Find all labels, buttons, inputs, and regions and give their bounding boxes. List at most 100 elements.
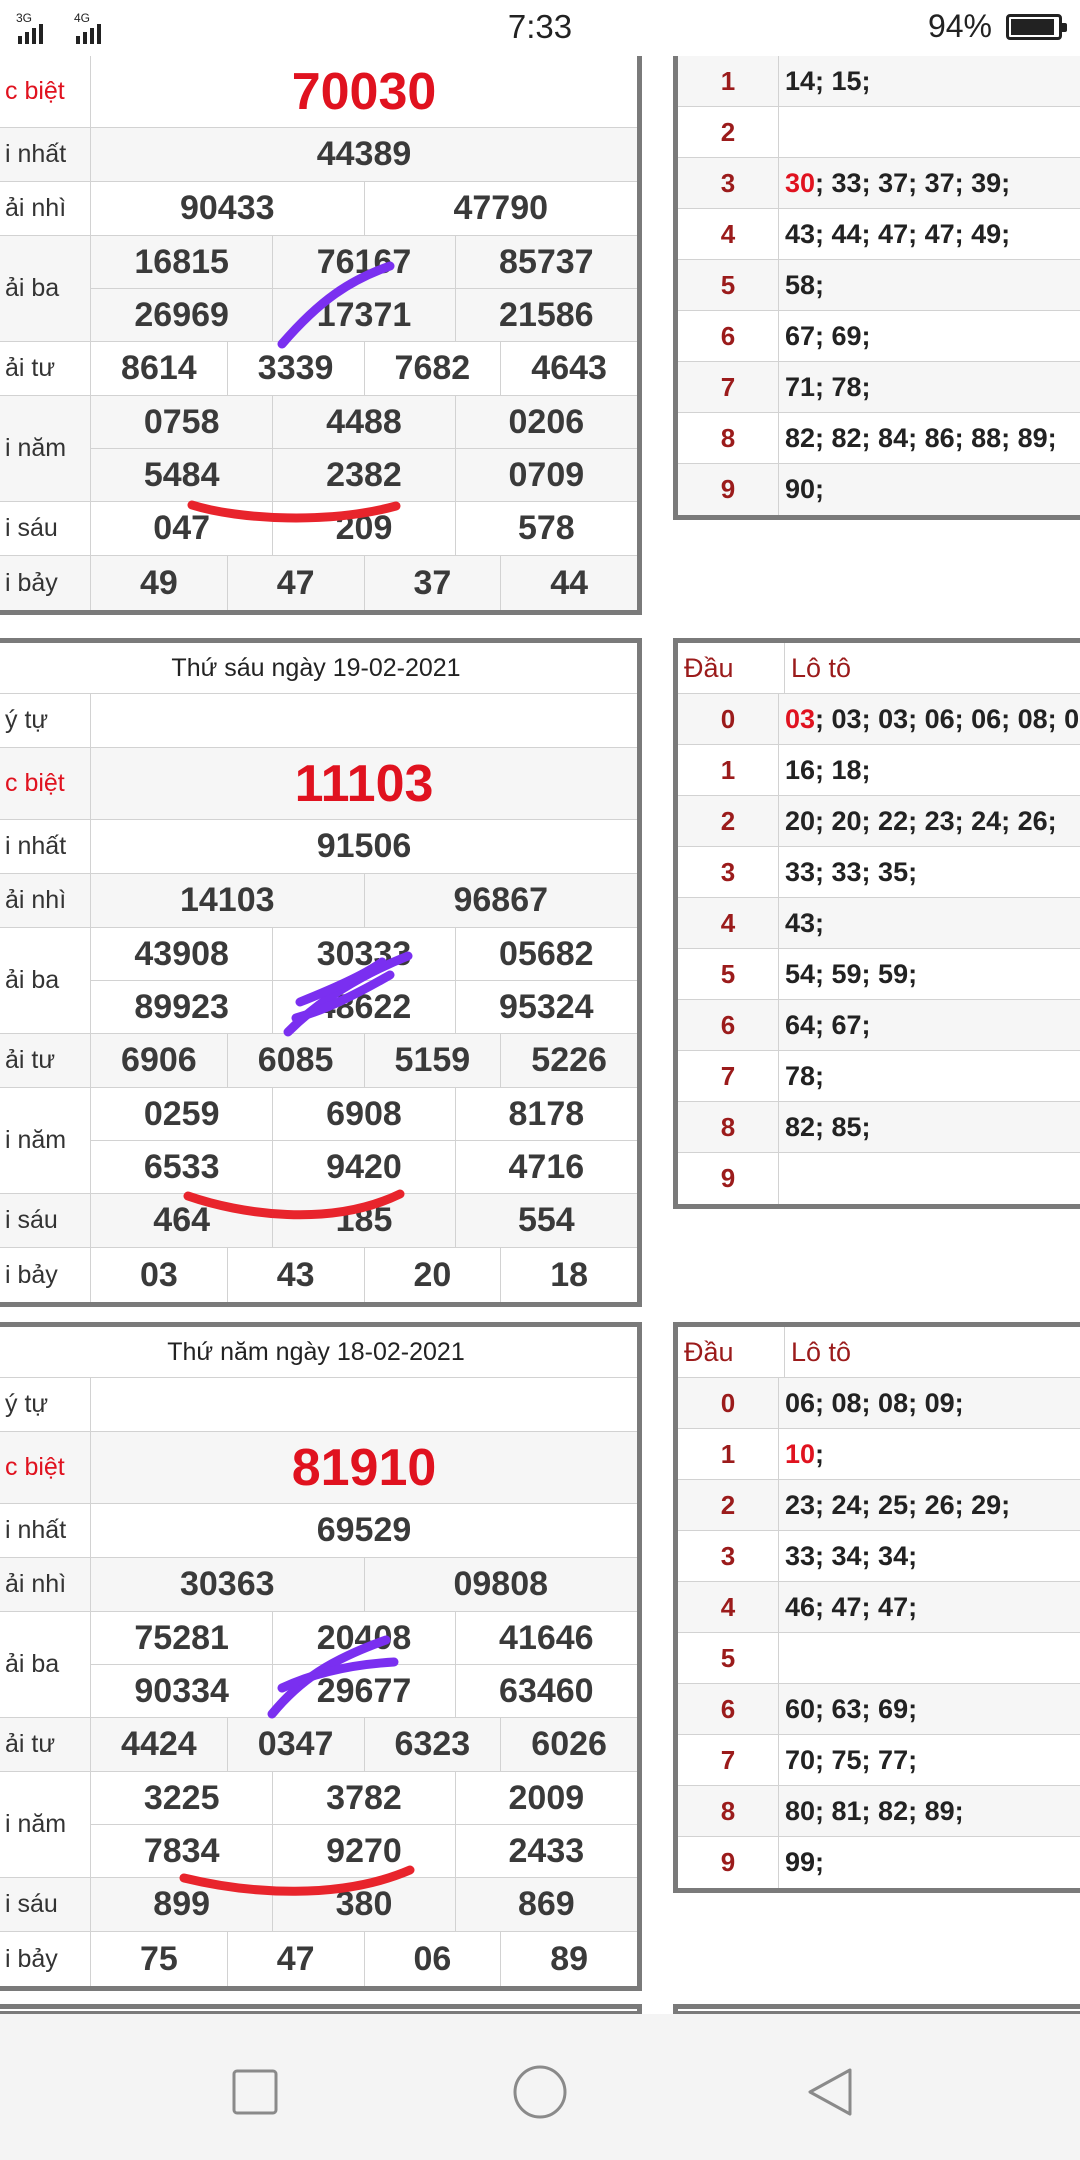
prize-number: 90433	[91, 182, 365, 235]
loto-row: 4 43; 44; 47; 47; 49;	[678, 209, 1080, 260]
dau-digit: 2	[678, 107, 779, 157]
dau-digit: 9	[678, 1153, 779, 1204]
dau-digit: 6	[678, 311, 779, 361]
prize-numbers: 81910	[91, 1432, 637, 1503]
loto-row: 2	[678, 107, 1080, 158]
prize-number: 75	[91, 1932, 228, 1986]
prize-row: c biệt 70030	[0, 56, 637, 128]
prize-label: ải tư	[0, 342, 91, 395]
prize-number: 9270	[273, 1825, 456, 1877]
loto-values: 54; 59; 59;	[779, 949, 1080, 999]
loto-values	[779, 1153, 1080, 1204]
status-bar: 3G 4G 7:33 94%	[0, 0, 1080, 56]
dau-digit: 9	[678, 1837, 779, 1888]
loto-value-list: 71; 78;	[785, 371, 871, 402]
prize-number: 6323	[365, 1718, 502, 1771]
dau-digit: 1	[678, 56, 779, 106]
prize-row: i năm 3225 3782 2009 7834 9270 2433	[0, 1772, 637, 1878]
loto-value-list: 67; 69;	[785, 320, 871, 351]
loto-values: 30; 33; 37; 37; 39;	[779, 158, 1080, 208]
loto-values: 43; 44; 47; 47; 49;	[779, 209, 1080, 259]
prize-number: 209	[273, 502, 456, 555]
number-line: 3225 3782 2009	[91, 1772, 637, 1824]
loto-values	[779, 1633, 1080, 1683]
dau-digit: 8	[678, 1786, 779, 1836]
loto-row: 9	[678, 1153, 1080, 1204]
loto-value-list: 46; 47; 47;	[785, 1591, 918, 1622]
prize-numbers: 6906 6085 5159 5226	[91, 1034, 637, 1087]
prize-numbers: 0758 4488 0206 5484 2382 0709	[91, 396, 637, 501]
prize-numbers: 8614 3339 7682 4643	[91, 342, 637, 395]
prize-numbers	[91, 1378, 637, 1431]
loto-values: 60; 63; 69;	[779, 1684, 1080, 1734]
loto-header-label: Lô tô	[791, 1336, 852, 1367]
prize-number: 554	[517, 1201, 575, 1239]
prize-number: 44389	[316, 135, 412, 173]
loto-row: 1 10;	[678, 1429, 1080, 1480]
prize-numbers: 69529	[91, 1504, 637, 1557]
prize-number: 29677	[273, 1665, 456, 1717]
prize-number: 0709	[508, 455, 585, 494]
prize-row: i bảy 03 43 20 18	[0, 1248, 637, 1302]
dau-digit: 5	[678, 949, 779, 999]
loto-row: 7 71; 78;	[678, 362, 1080, 413]
loto-values: 33; 34; 34;	[779, 1531, 1080, 1581]
loto-row: 3 33; 34; 34;	[678, 1531, 1080, 1582]
loto-row: 5	[678, 1633, 1080, 1684]
prize-number: 4643	[531, 349, 607, 387]
prize-label: ải nhì	[0, 182, 91, 235]
prize-number: 20408	[273, 1612, 456, 1664]
prize-number: 85737	[499, 242, 594, 281]
loto-value-list: ; 33; 37; 37; 39;	[815, 167, 1011, 198]
dau-digit: 1	[678, 745, 779, 795]
loto-value-list: 33; 33; 35;	[785, 856, 918, 887]
loto-header: Đầu Lô tô	[678, 643, 1080, 694]
loto-value-list: ; 03; 03; 06; 06; 08; 0	[815, 703, 1080, 734]
prize-numbers: 03 43 20 18	[91, 1248, 637, 1302]
prize-row: i năm 0758 4488 0206 5484 2382 0709	[0, 396, 637, 502]
loto-header-label: Lô tô	[791, 652, 852, 683]
prize-label: i năm	[0, 396, 91, 501]
loto-values: 78;	[779, 1051, 1080, 1101]
dau-digit: 0	[678, 1378, 779, 1428]
prize-label: i sáu	[0, 1194, 91, 1247]
prize-label: i năm	[0, 1772, 91, 1877]
prize-number: 5159	[365, 1034, 502, 1087]
prize-numbers: 4424 0347 6323 6026	[91, 1718, 637, 1771]
triangle-back-icon	[808, 2068, 852, 2116]
loto-table-3: Đầu Lô tô 0 06; 08; 08; 09; 1 10; 2 23; 24; 25;…	[673, 1322, 1080, 1893]
special-prize-number: 70030	[291, 62, 437, 121]
prize-label: i bảy	[0, 556, 91, 610]
prize-number: 96867	[453, 881, 549, 919]
prize-number: 7682	[365, 342, 502, 395]
number-line: 5484 2382 0709	[91, 448, 637, 501]
loto-value-list: 43; 44; 47; 47; 49;	[785, 218, 1011, 249]
home-button[interactable]	[500, 2052, 580, 2132]
number-line: 30363 09808	[91, 1558, 637, 1611]
prize-number: 37	[365, 556, 502, 610]
prize-numbers: 44389	[91, 128, 637, 181]
prize-numbers: 3225 3782 2009 7834 9270 2433	[91, 1772, 637, 1877]
prize-number: 69529	[316, 1511, 412, 1549]
prize-number: 2009	[508, 1778, 585, 1817]
prize-number: 7834	[91, 1825, 274, 1877]
number-line: 81910	[91, 1432, 637, 1503]
prize-row: ải ba 75281 20408 41646 90334 29677 63460	[0, 1612, 637, 1718]
dau-digit: 6	[678, 1000, 779, 1050]
loto-value-list: 70; 75; 77;	[785, 1744, 918, 1775]
prize-number: 6085	[228, 1034, 365, 1087]
loto-values: 82; 82; 84; 86; 88; 89;	[779, 413, 1080, 463]
prize-numbers: 30363 09808	[91, 1558, 637, 1611]
prize-label: i sáu	[0, 1878, 91, 1931]
back-button[interactable]	[790, 2052, 870, 2132]
loto-value-list: 14; 15;	[785, 65, 871, 96]
prize-row: ải nhì 14103 96867	[0, 874, 637, 928]
prize-numbers: 14103 96867	[91, 874, 637, 927]
results-table-2: Thứ sáu ngày 19-02-2021 ý tự c biệt 11103 i …	[0, 638, 642, 1307]
number-line: 69529	[91, 1504, 637, 1557]
prize-number: 05682	[499, 934, 594, 973]
number-line: 6533 9420 4716	[91, 1140, 637, 1193]
recents-button[interactable]	[215, 2052, 295, 2132]
prize-number: 17371	[273, 289, 456, 341]
loto-row: 9 90;	[678, 464, 1080, 515]
